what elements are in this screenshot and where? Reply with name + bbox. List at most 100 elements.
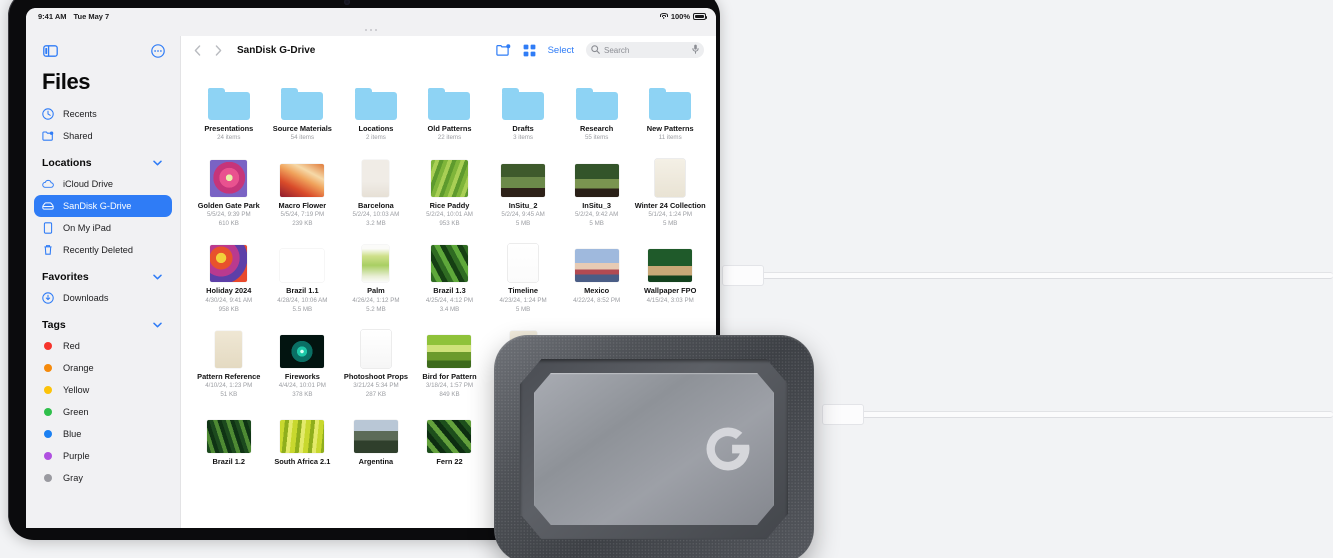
file-date: 24 items: [217, 134, 241, 142]
g-technology-logo: [706, 427, 750, 471]
file-thumbnail: [430, 159, 468, 197]
file-cell[interactable]: Holiday 2024 4/30/24, 9:41 AM 958 KB: [193, 232, 265, 314]
file-cell[interactable]: Barcelona 5/2/24, 10:03 AM 3.2 MB: [340, 147, 412, 229]
sidebar-top-bar: [26, 40, 180, 59]
select-button[interactable]: Select: [548, 45, 574, 56]
search-input[interactable]: Search: [586, 42, 704, 58]
file-thumbnail: [210, 245, 248, 283]
file-cell[interactable]: Pattern Reference 4/10/24, 1:23 PM 51 KB: [193, 318, 265, 400]
file-cell[interactable]: Winter 24 Collection 5/1/24, 1:24 PM 5 MB: [634, 147, 706, 229]
file-thumbnail: [280, 420, 325, 454]
sidebar-tag-purple[interactable]: Purple: [34, 445, 172, 467]
file-size: 51 KB: [220, 391, 238, 399]
file-name: InSitu_3: [582, 200, 611, 210]
file-cell[interactable]: South Africa 2.1: [267, 403, 339, 466]
more-circle-icon[interactable]: [150, 43, 166, 59]
file-cell[interactable]: InSitu_2 5/2/24, 9:45 AM 5 MB: [487, 147, 559, 229]
sidebar-item-label: Recents: [63, 109, 97, 119]
file-cell[interactable]: Locations 2 items: [340, 70, 412, 143]
chevron-down-icon[interactable]: [153, 321, 162, 330]
file-cell[interactable]: Source Materials 54 items: [267, 70, 339, 143]
sidebar-item-label: Shared: [63, 131, 93, 141]
section-title: Locations: [42, 157, 92, 169]
sidebar-item-label: Downloads: [63, 293, 109, 303]
chevron-down-icon[interactable]: [153, 159, 162, 168]
sidebar-tag-orange[interactable]: Orange: [34, 357, 172, 379]
file-name: Macro Flower: [278, 200, 327, 210]
file-size: 849 KB: [439, 391, 460, 399]
file-cell[interactable]: Research 55 items: [561, 70, 633, 143]
tag-list: Red Orange Yellow Green Blue Purple Gray: [26, 335, 180, 489]
tag-label: Purple: [63, 451, 90, 461]
sidebar-item-sandisk-g-drive[interactable]: SanDisk G-Drive: [34, 195, 172, 217]
file-date: 4/15/24, 3:03 PM: [646, 296, 694, 304]
back-button[interactable]: [189, 42, 206, 59]
thumbnail-container: [508, 236, 539, 283]
sidebar-tag-yellow[interactable]: Yellow: [34, 379, 172, 401]
thumbnail-container: [430, 151, 468, 197]
sidebar-section-favorites[interactable]: Favorites: [26, 261, 180, 287]
file-cell[interactable]: Palm 4/26/24, 1:12 PM 5.2 MB: [340, 232, 412, 314]
file-cell[interactable]: New Patterns 11 items: [634, 70, 706, 143]
file-date: 5/5/24, 7:19 PM: [280, 211, 325, 218]
file-cell[interactable]: Old Patterns 22 items: [414, 70, 486, 143]
file-name: Fireworks: [284, 371, 320, 381]
file-thumbnail: [215, 330, 243, 368]
sidebar-tag-blue[interactable]: Blue: [34, 423, 172, 445]
sidebar-section-tags[interactable]: Tags: [26, 309, 180, 335]
sidebar-toggle-icon[interactable]: [42, 43, 58, 59]
sidebar-item-recently-deleted[interactable]: Recently Deleted: [34, 239, 172, 261]
folder-icon: [575, 88, 618, 120]
sidebar-tag-red[interactable]: Red: [34, 335, 172, 357]
file-size: 610 KB: [218, 220, 239, 228]
thumbnail-container: [649, 74, 692, 120]
usb-c-plug-top: [722, 265, 764, 286]
search-placeholder: Search: [604, 45, 630, 55]
file-cell[interactable]: Bird for Pattern 3/18/24, 1:57 PM 849 KB: [414, 318, 486, 400]
file-size: 5.2 MB: [366, 305, 386, 313]
thumbnail-container: [427, 322, 472, 368]
file-cell[interactable]: Rice Paddy 5/2/24, 10:01 AM 953 KB: [414, 147, 486, 229]
file-cell[interactable]: Brazil 1.1 4/28/24, 10:06 AM 5.5 MB: [267, 232, 339, 314]
file-cell[interactable]: InSitu_3 5/2/24, 9:42 AM 5 MB: [561, 147, 633, 229]
file-cell[interactable]: Timeline 4/23/24, 1:24 PM 5 MB: [487, 232, 559, 314]
file-cell[interactable]: Mexico 4/22/24, 8:52 PM: [561, 232, 633, 314]
thumbnail-container: [206, 407, 251, 454]
sidebar-tag-gray[interactable]: Gray: [34, 467, 172, 489]
file-cell[interactable]: Wallpaper FPO 4/15/24, 3:03 PM: [634, 232, 706, 314]
file-cell[interactable]: Drafts 3 items: [487, 70, 559, 143]
folder-icon: [281, 88, 324, 120]
file-thumbnail: [280, 334, 325, 368]
file-cell[interactable]: Fireworks 4/4/24, 10:01 PM 378 KB: [267, 318, 339, 400]
file-cell[interactable]: Macro Flower 5/5/24, 7:19 PM 239 KB: [267, 147, 339, 229]
file-cell[interactable]: Fern 22: [414, 403, 486, 466]
microphone-icon[interactable]: [692, 44, 699, 56]
file-date: 11 items: [658, 134, 682, 142]
forward-button[interactable]: [210, 42, 227, 59]
file-cell[interactable]: Brazil 1.2: [193, 403, 265, 466]
new-folder-icon[interactable]: [495, 43, 511, 57]
sidebar-item-recents[interactable]: Recents: [34, 103, 172, 125]
sidebar-item-shared[interactable]: Shared: [34, 125, 172, 147]
file-date: 55 items: [584, 134, 609, 142]
file-name: Golden Gate Park: [197, 200, 260, 210]
sidebar-item-on-my-ipad[interactable]: On My iPad: [34, 217, 172, 239]
file-cell[interactable]: Golden Gate Park 5/5/24, 9:39 PM 610 KB: [193, 147, 265, 229]
thumbnail-container: [430, 236, 468, 283]
file-cell[interactable]: Brazil 1.3 4/25/24, 4:12 PM 3.4 MB: [414, 232, 486, 314]
file-cell[interactable]: Photoshoot Props 3/21/24 5:34 PM 287 KB: [340, 318, 412, 400]
sidebar-item-downloads[interactable]: Downloads: [34, 287, 172, 309]
file-name: Brazil 1.2: [212, 457, 246, 467]
file-size: 239 KB: [292, 220, 313, 228]
chevron-down-icon[interactable]: [153, 273, 162, 282]
grid-view-icon[interactable]: [523, 44, 536, 57]
file-date: 5/5/24, 9:39 PM: [206, 211, 251, 218]
file-cell[interactable]: Presentations 24 items: [193, 70, 265, 143]
sidebar-tag-green[interactable]: Green: [34, 401, 172, 423]
sidebar-item-icloud-drive[interactable]: iCloud Drive: [34, 173, 172, 195]
file-cell[interactable]: Argentina: [340, 403, 412, 466]
file-date: 5/2/24, 10:03 AM: [352, 211, 400, 218]
sidebar-section-locations[interactable]: Locations: [26, 147, 180, 173]
multitasking-handle[interactable]: [26, 24, 716, 36]
product-scene: 9:41 AM Tue May 7 100% Files Recents Sha…: [0, 0, 1333, 558]
